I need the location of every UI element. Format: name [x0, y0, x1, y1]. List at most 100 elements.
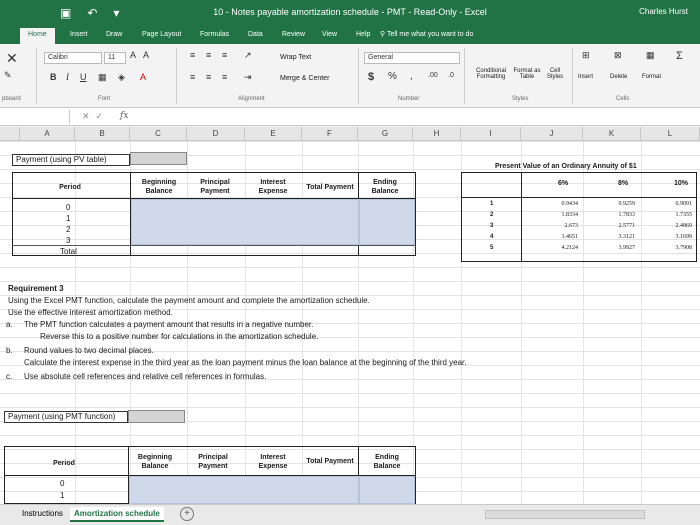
increase-font-icon[interactable]: A: [130, 50, 136, 60]
select-all-corner[interactable]: [0, 127, 20, 141]
table2-header-period: Period: [53, 460, 75, 467]
table2-input-area[interactable]: [129, 476, 359, 504]
decrease-font-icon[interactable]: A: [143, 50, 149, 60]
currency-button[interactable]: $: [368, 71, 374, 83]
enter-icon[interactable]: ✓: [96, 111, 110, 121]
column-header-d[interactable]: D: [187, 127, 245, 141]
user-name[interactable]: Charles Hurst: [639, 7, 688, 16]
number-format-select[interactable]: General: [364, 52, 460, 64]
table1-period-1: 1: [66, 214, 71, 223]
table2-ending-input-area[interactable]: [359, 476, 415, 504]
tab-data[interactable]: Data: [248, 31, 263, 38]
conditional-formatting-button[interactable]: Conditional Formatting: [470, 68, 512, 80]
pv-cell-1-10: 0.9091: [675, 201, 693, 207]
percent-button[interactable]: %: [388, 71, 397, 82]
table2-header-interest: Interest Expense: [258, 454, 288, 470]
format-cells-icon[interactable]: ▦: [646, 50, 655, 61]
table2-header-total: Total Payment: [306, 458, 354, 465]
format-as-table-button[interactable]: Format as Table: [512, 68, 542, 80]
divider: [572, 48, 573, 104]
column-header-f[interactable]: F: [302, 127, 358, 141]
column-header-a[interactable]: A: [20, 127, 75, 141]
insert-cells-icon[interactable]: ⊞: [582, 50, 590, 61]
delete-cells-icon[interactable]: ⊠: [614, 50, 622, 61]
align-left-icon[interactable]: ≡: [190, 72, 195, 82]
column-header-k[interactable]: K: [583, 127, 641, 141]
table1-input-area[interactable]: [131, 199, 359, 245]
pv-cell-3-8: 2.5771: [618, 223, 636, 229]
requirement-a-text-2: Reverse this to a positive number for ca…: [40, 332, 319, 341]
tab-insert[interactable]: Insert: [70, 31, 88, 38]
pv-cell-5-8: 3.9927: [618, 245, 636, 251]
table1-ending-input-area[interactable]: [359, 199, 415, 245]
cancel-icon[interactable]: ✕: [82, 111, 96, 121]
comma-button[interactable]: ,: [410, 71, 413, 82]
column-header-c[interactable]: C: [130, 127, 187, 141]
orientation-icon[interactable]: ↗: [244, 50, 252, 61]
delete-button[interactable]: Delete: [610, 74, 627, 80]
font-color-icon[interactable]: A: [140, 72, 146, 82]
column-header-b[interactable]: B: [75, 127, 130, 141]
sheet-tab-amortization-schedule[interactable]: Amortization schedule: [70, 507, 164, 522]
underline-button[interactable]: U: [80, 72, 87, 82]
horizontal-scrollbar[interactable]: [485, 510, 645, 519]
table1-label[interactable]: Payment (using PV table): [12, 154, 130, 166]
table2-label[interactable]: Payment (using PMT function): [4, 411, 128, 423]
insert-button[interactable]: Insert: [578, 74, 593, 80]
font-name-select[interactable]: Calibri: [44, 52, 102, 64]
pv-header-rule: [461, 197, 697, 198]
align-right-icon[interactable]: ≡: [222, 72, 227, 82]
table2-period-0: 0: [60, 479, 65, 488]
tab-home[interactable]: Home: [20, 28, 55, 44]
align-center-icon[interactable]: ≡: [206, 72, 211, 82]
tab-draw[interactable]: Draw: [106, 31, 122, 38]
align-bottom-icon[interactable]: ≡: [222, 50, 227, 60]
tab-view[interactable]: View: [322, 31, 337, 38]
column-header-e[interactable]: E: [245, 127, 302, 141]
add-sheet-icon[interactable]: +: [180, 507, 194, 521]
format-button[interactable]: Format: [642, 74, 661, 80]
font-size-select[interactable]: 11: [104, 52, 126, 64]
tell-me-box[interactable]: ⚲ Tell me what you want to do: [380, 30, 473, 38]
requirement-b-label: b.: [6, 346, 13, 355]
fx-icon[interactable]: fx: [120, 111, 128, 121]
increase-decimal-icon[interactable]: .00: [428, 72, 438, 79]
requirement-heading: Requirement 3: [8, 284, 64, 293]
italic-button[interactable]: I: [66, 72, 69, 82]
decrease-decimal-icon[interactable]: .0: [448, 72, 454, 79]
table1-total-label: Total: [60, 247, 77, 256]
column-header-l[interactable]: L: [641, 127, 700, 141]
bold-button[interactable]: B: [50, 72, 57, 82]
autosum-icon[interactable]: Σ: [676, 50, 683, 62]
table1-period-3: 3: [66, 236, 71, 245]
column-header-j[interactable]: J: [521, 127, 583, 141]
table2-payment-input[interactable]: [128, 410, 185, 423]
pv-cell-2-10: 1.7355: [675, 212, 693, 218]
requirement-b-text: Round values to two decimal places.: [24, 346, 154, 355]
column-header-i[interactable]: I: [461, 127, 521, 141]
fill-color-icon[interactable]: ◈: [118, 72, 125, 83]
window-title: 10 - Notes payable amortization schedule…: [213, 7, 487, 17]
table1-payment-input[interactable]: [130, 152, 187, 165]
tab-page-layout[interactable]: Page Layout: [142, 31, 181, 38]
cut-icon[interactable]: ✕: [6, 50, 18, 67]
tab-review[interactable]: Review: [282, 31, 305, 38]
tab-help[interactable]: Help: [356, 31, 370, 38]
merge-center-button[interactable]: Merge & Center: [280, 75, 329, 82]
pv-cell-4-10: 3.1699: [675, 234, 693, 240]
pv-period-4: 4: [490, 234, 494, 240]
column-header-h[interactable]: H: [413, 127, 461, 141]
borders-icon[interactable]: ▦: [98, 72, 107, 83]
paste-icon[interactable]: ✎: [4, 70, 12, 81]
sheet-tab-instructions[interactable]: Instructions: [18, 507, 67, 520]
align-middle-icon[interactable]: ≡: [206, 50, 211, 60]
name-box[interactable]: [0, 110, 70, 124]
tab-formulas[interactable]: Formulas: [200, 31, 229, 38]
divider: [358, 48, 359, 104]
excel-window: ▣ ↶ ▾ 10 - Notes payable amortization sc…: [0, 0, 700, 525]
indent-icon[interactable]: ⇥: [244, 72, 252, 83]
cell-styles-button[interactable]: Cell Styles: [544, 68, 566, 80]
wrap-text-button[interactable]: Wrap Text: [280, 54, 311, 61]
column-header-g[interactable]: G: [358, 127, 413, 141]
align-top-icon[interactable]: ≡: [190, 50, 195, 60]
